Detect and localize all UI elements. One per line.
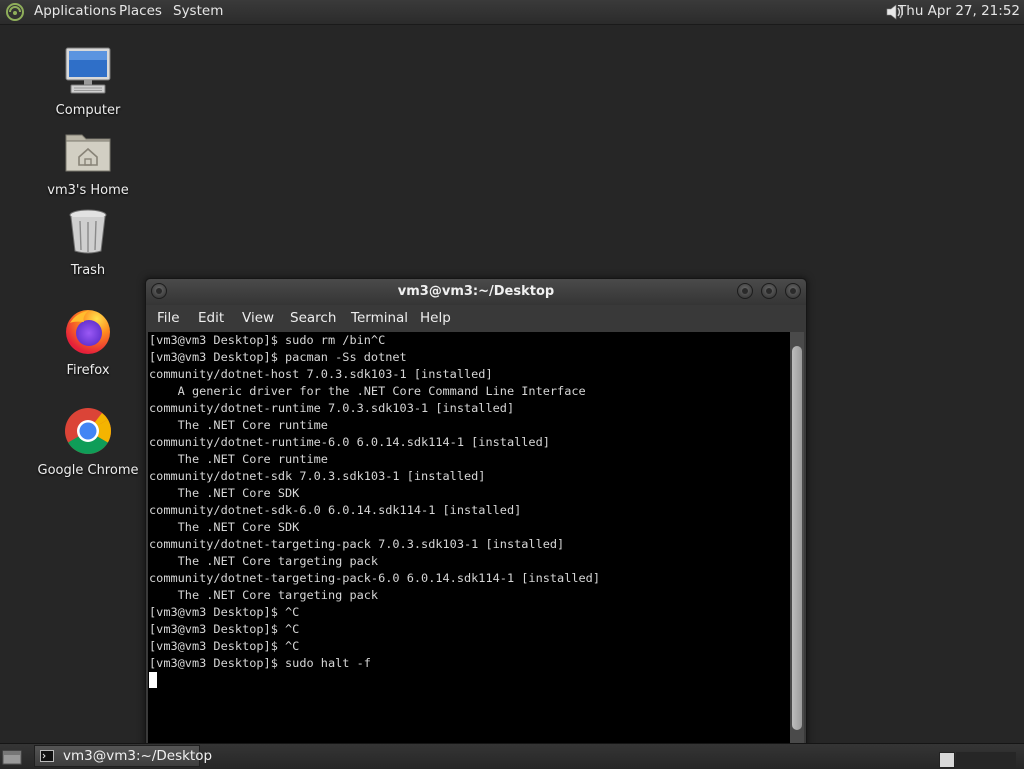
window-title: vm3@vm3:~/Desktop <box>397 284 555 299</box>
menu-search[interactable]: Search <box>290 310 336 326</box>
terminal-menubar: File Edit View Search Terminal Help <box>146 305 806 332</box>
places-menu[interactable]: Places <box>119 3 162 19</box>
scroll-up-arrow[interactable] <box>790 332 804 344</box>
terminal-icon <box>40 750 54 762</box>
terminal-text: [vm3@vm3 Desktop]$ sudo rm /bin^C [vm3@v… <box>149 333 601 670</box>
terminal-output[interactable]: [vm3@vm3 Desktop]$ sudo rm /bin^C [vm3@v… <box>148 332 790 744</box>
taskbar-terminal-button[interactable]: vm3@vm3:~/Desktop <box>34 745 212 767</box>
show-desktop-icon[interactable] <box>2 748 22 766</box>
applications-menu[interactable]: Applications <box>34 3 116 19</box>
computer-icon <box>65 47 111 94</box>
desktop-icon-label: Google Chrome <box>37 463 139 478</box>
menu-file[interactable]: File <box>157 310 180 326</box>
menu-edit[interactable]: Edit <box>198 310 224 326</box>
desktop-icon-computer[interactable]: Computer <box>33 45 143 119</box>
taskbar-terminal-label: vm3@vm3:~/Desktop <box>63 748 213 764</box>
desktop-icon-chrome[interactable]: Google Chrome <box>33 405 143 479</box>
system-menu[interactable]: System <box>173 3 223 19</box>
distro-logo-icon[interactable] <box>5 2 25 22</box>
desktop-icon-label: Trash <box>70 263 106 278</box>
menu-view[interactable]: View <box>242 310 274 326</box>
trash-icon <box>69 209 107 254</box>
firefox-icon <box>66 310 110 354</box>
top-panel: Applications Places System Thu Apr 27, 2… <box>0 0 1024 25</box>
scroll-thumb[interactable] <box>792 346 802 730</box>
desktop-icon-label: Firefox <box>66 363 110 378</box>
maximize-icon[interactable] <box>761 283 777 299</box>
workspace-switcher-2[interactable] <box>956 752 1016 768</box>
desktop-icon-firefox[interactable]: Firefox <box>33 305 143 379</box>
bottom-panel: vm3@vm3:~/Desktop <box>0 743 1024 769</box>
minimize-icon[interactable] <box>737 283 753 299</box>
terminal-cursor <box>149 672 157 688</box>
window-titlebar[interactable]: vm3@vm3:~/Desktop <box>146 279 806 305</box>
close-icon[interactable] <box>785 283 801 299</box>
chrome-icon <box>65 408 111 454</box>
terminal-window[interactable]: vm3@vm3:~/Desktop File Edit View Search … <box>145 278 807 747</box>
home-folder-icon <box>65 134 111 172</box>
desktop-icon-trash[interactable]: Trash <box>33 205 143 279</box>
terminal-scrollbar[interactable] <box>790 332 804 744</box>
desktop-icon-home[interactable]: vm3's Home <box>33 125 143 199</box>
desktop-icon-label: vm3's Home <box>47 183 129 198</box>
workspace-switcher-1[interactable] <box>939 752 955 768</box>
menu-terminal[interactable]: Terminal <box>351 310 408 326</box>
desktop-icon-label: Computer <box>55 103 121 118</box>
clock[interactable]: Thu Apr 27, 21:52 <box>898 3 1020 19</box>
menu-help[interactable]: Help <box>420 310 451 326</box>
